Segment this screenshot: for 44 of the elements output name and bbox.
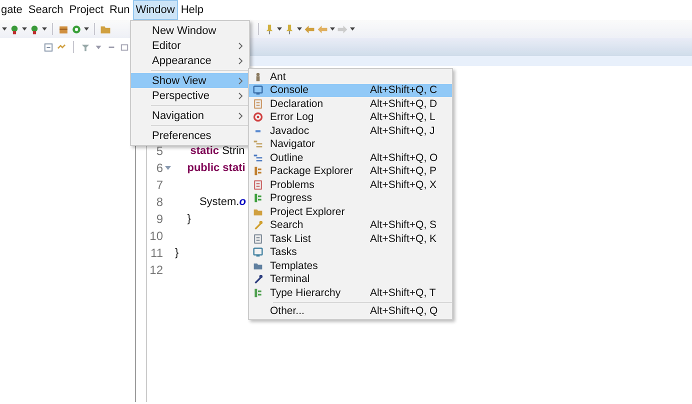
menu-item[interactable]: Perspective	[131, 88, 249, 103]
line-number: 10	[148, 228, 163, 242]
menu-item[interactable]: Navigator	[249, 138, 452, 151]
menu-bar-item[interactable]: Run	[106, 0, 133, 20]
menu-item[interactable]: Terminal	[249, 272, 452, 286]
menu-item[interactable]: Other... Alt+Shift+Q, Q	[249, 304, 452, 318]
code-line: }	[175, 246, 179, 258]
menu-item[interactable]: Navigation	[131, 108, 249, 123]
line-number: 9	[155, 212, 163, 226]
menu-item[interactable]: Show View	[131, 73, 249, 88]
menu-item[interactable]: Declaration Alt+Shift+Q, D	[249, 97, 452, 110]
line-number: 8	[155, 194, 163, 208]
code-line: public stati	[186, 162, 246, 174]
menu-item[interactable]: Search Alt+Shift+Q, S	[249, 218, 452, 232]
code-line: static Strin	[189, 144, 245, 156]
menu-item[interactable]: Outline Alt+Shift+Q, O	[249, 151, 452, 164]
menu-bar-item[interactable]: Help	[178, 0, 206, 20]
menu-item[interactable]: Templates	[249, 259, 452, 272]
menu-item[interactable]: Problems Alt+Shift+Q, X	[249, 178, 452, 192]
menu-item[interactable]: Preferences	[131, 128, 249, 143]
menu-item[interactable]: Task List Alt+Shift+Q, K	[249, 232, 452, 246]
menu-item[interactable]: Javadoc Alt+Shift+Q, J	[249, 124, 452, 138]
menu-item[interactable]: Tasks	[249, 246, 452, 259]
line-number: 7	[155, 178, 163, 192]
menu-bar-item[interactable]: Window	[132, 0, 178, 20]
code-line: }	[186, 212, 191, 224]
menu-item[interactable]: Editor	[131, 38, 249, 53]
line-number: 5	[155, 144, 163, 158]
menu-bar-item[interactable]: Search	[25, 0, 66, 20]
menu-bar-item[interactable]: Project	[66, 0, 107, 20]
code-line: System.o	[198, 196, 246, 208]
line-number: 6	[155, 160, 163, 174]
menu-item[interactable]: New Window	[131, 23, 249, 38]
menu-item[interactable]: Project Explorer	[249, 205, 452, 218]
menu-item[interactable]: Package Explorer Alt+Shift+Q, P	[249, 164, 452, 178]
menu-item[interactable]: Error Log Alt+Shift+Q, L	[249, 110, 452, 124]
menu-item[interactable]: Type Hierarchy Alt+Shift+Q, T	[249, 286, 452, 300]
menu-item[interactable]: Console Alt+Shift+Q, C	[249, 84, 452, 97]
menu-item[interactable]: Appearance	[131, 53, 249, 68]
line-number: 12	[148, 262, 163, 276]
menu-item[interactable]: Ant	[249, 70, 452, 84]
menu-bar-item[interactable]: gate	[0, 0, 26, 20]
menu-item[interactable]: Progress	[249, 192, 452, 205]
line-number: 11	[150, 246, 163, 260]
